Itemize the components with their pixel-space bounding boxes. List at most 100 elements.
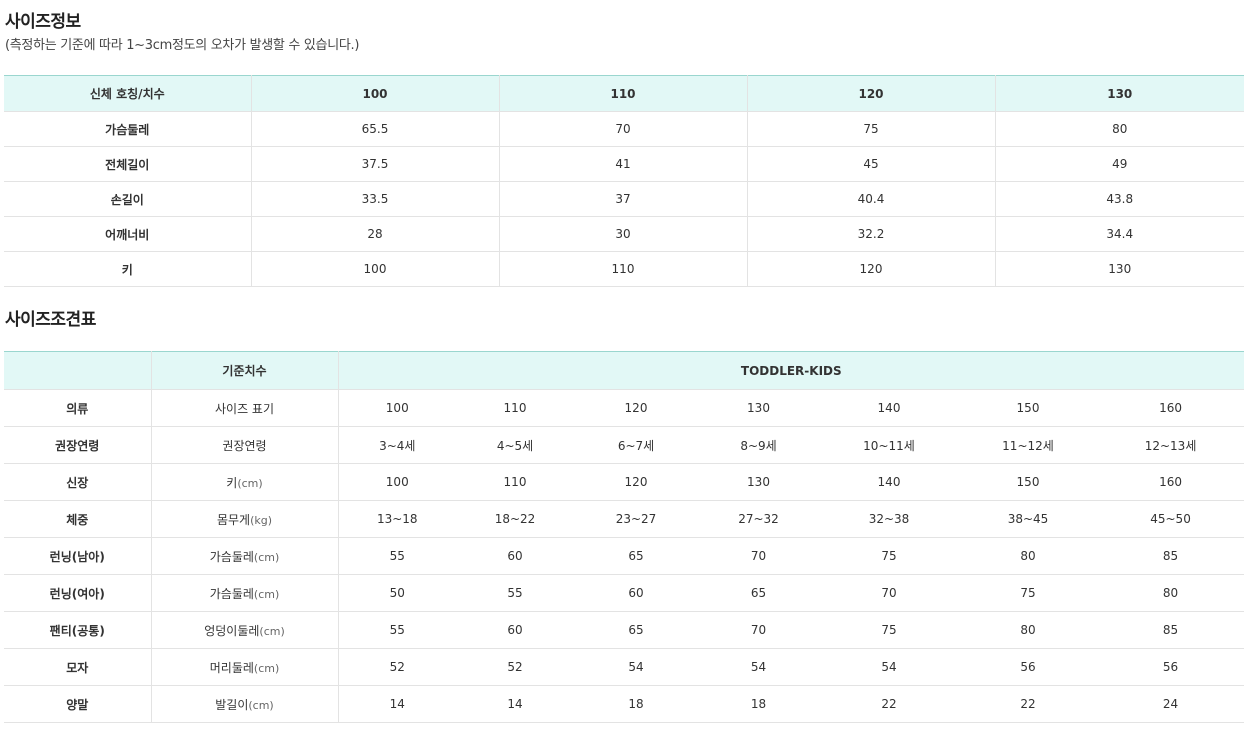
standard-label: 몸무게: [216, 512, 251, 527]
value-cell: 120: [574, 389, 698, 427]
value-cell: 110: [498, 251, 747, 287]
value-cell: 60: [456, 537, 574, 575]
row-label: 모자: [4, 648, 152, 686]
value-cell: 45: [746, 146, 995, 182]
value-cell: 12~13세: [1097, 426, 1245, 464]
value-cell: 70: [698, 611, 819, 649]
value-cell: 100: [338, 389, 456, 427]
value-cell: 75: [959, 574, 1097, 612]
table-row: 권장연령 권장연령 3~4세 4~5세 6~7세 8~9세 10~11세 11~12세 12~1…: [4, 426, 1245, 464]
value-cell: 33.5: [250, 181, 499, 217]
value-cell: 60: [574, 574, 698, 612]
row-label: 양말: [4, 685, 152, 723]
value-cell: 130: [698, 463, 819, 501]
size-info-title: 사이즈정보: [5, 12, 81, 32]
value-cell: 70: [498, 111, 747, 147]
value-cell: 54: [698, 648, 819, 686]
value-cell: 140: [819, 389, 959, 427]
table-row: 가슴둘레 65.5 70 75 80: [4, 111, 1244, 147]
value-cell: 32.2: [746, 216, 995, 252]
row-label: 손길이: [4, 181, 251, 217]
value-cell: 24: [1097, 685, 1245, 723]
unit-label: (cm): [253, 661, 280, 675]
value-cell: 130: [698, 389, 819, 427]
value-cell: 70: [698, 537, 819, 575]
header-blank-cell: [4, 351, 152, 390]
value-cell: 49: [994, 146, 1244, 182]
table-row: 런닝(여아) 가슴둘레(cm) 50 55 60 65 70 75 80: [4, 574, 1245, 612]
unit-label: (cm): [248, 698, 274, 712]
standard-label: 발길이: [215, 697, 249, 712]
value-cell: 3~4세: [338, 426, 456, 464]
row-label: 키: [4, 251, 251, 287]
value-cell: 130: [994, 251, 1244, 287]
table-row: 신장 키(cm) 100 110 120 130 140 150 160: [4, 463, 1245, 501]
value-cell: 75: [746, 111, 995, 147]
value-cell: 34.4: [994, 216, 1244, 252]
value-cell: 14: [338, 685, 456, 723]
value-cell: 28: [250, 216, 499, 252]
header-cell: 110: [498, 75, 747, 112]
table-row: 전체길이 37.5 41 45 49: [4, 146, 1244, 182]
value-cell: 150: [959, 463, 1097, 501]
table-row: 손길이 33.5 37 40.4 43.8: [4, 181, 1244, 217]
size-info-table: 신체 호칭/치수 100 110 120 130 가슴둘레 65.5 70 75 80 전…: [4, 75, 1244, 287]
table-row: 어깨너비 28 30 32.2 34.4: [4, 216, 1244, 252]
value-cell: 10~11세: [819, 426, 959, 464]
measurement-note: (측정하는 기준에 따라 1~3cm정도의 오차가 발생할 수 있습니다.): [5, 38, 360, 53]
value-cell: 37.5: [250, 146, 499, 182]
size-guide-page: 사이즈정보 (측정하는 기준에 따라 1~3cm정도의 오차가 발생할 수 있습…: [0, 0, 1254, 729]
value-cell: 22: [959, 685, 1097, 723]
unit-label: (cm): [253, 550, 280, 564]
standard-label: 권장연령: [222, 438, 267, 453]
row-label: 체중: [4, 500, 152, 538]
standard-cell: 머리둘레(cm): [151, 648, 339, 686]
value-cell: 54: [819, 648, 959, 686]
value-cell: 52: [338, 648, 456, 686]
header-cell: 100: [250, 75, 499, 112]
unit-label: (cm): [259, 624, 285, 638]
table-row: 양말 발길이(cm) 14 14 18 18 22 22 24: [4, 685, 1245, 723]
value-cell: 30: [498, 216, 747, 252]
value-cell: 150: [959, 389, 1097, 427]
row-label: 어깨너비: [4, 216, 251, 252]
standard-label: 머리둘레: [209, 660, 254, 675]
table-row: 팬티(공통) 엉덩이둘레(cm) 55 60 65 70 75 80 85: [4, 611, 1245, 649]
value-cell: 80: [994, 111, 1244, 147]
value-cell: 56: [1097, 648, 1245, 686]
table-row: 키 100 110 120 130: [4, 251, 1244, 287]
header-cell: 신체 호칭/치수: [4, 75, 251, 112]
value-cell: 22: [819, 685, 959, 723]
value-cell: 56: [959, 648, 1097, 686]
unit-label: (cm): [237, 476, 263, 490]
value-cell: 75: [819, 537, 959, 575]
value-cell: 85: [1097, 611, 1245, 649]
value-cell: 85: [1097, 537, 1245, 575]
row-label: 의류: [4, 389, 152, 427]
row-label: 런닝(남아): [4, 537, 152, 575]
standard-label: 키: [226, 475, 238, 490]
value-cell: 100: [250, 251, 499, 287]
row-label: 전체길이: [4, 146, 251, 182]
standard-cell: 사이즈 표기: [151, 389, 339, 427]
value-cell: 41: [498, 146, 747, 182]
value-cell: 18: [698, 685, 819, 723]
value-cell: 80: [1097, 574, 1245, 612]
header-cell: 130: [994, 75, 1244, 112]
value-cell: 65: [574, 537, 698, 575]
value-cell: 40.4: [746, 181, 995, 217]
standard-cell: 가슴둘레(cm): [151, 537, 339, 575]
standard-label: 가슴둘레: [209, 549, 254, 564]
unit-label: (kg): [250, 513, 273, 527]
table-row: 모자 머리둘레(cm) 52 52 54 54 54 56 56: [4, 648, 1245, 686]
value-cell: 14: [456, 685, 574, 723]
value-cell: 8~9세: [698, 426, 819, 464]
header-group-cell: TODDLER-KIDS: [338, 351, 1245, 390]
value-cell: 65: [698, 574, 819, 612]
standard-label: 엉덩이둘레: [204, 623, 260, 638]
value-cell: 18: [574, 685, 698, 723]
value-cell: 140: [819, 463, 959, 501]
value-cell: 80: [959, 537, 1097, 575]
standard-cell: 키(cm): [151, 463, 339, 501]
row-label: 팬티(공통): [4, 611, 152, 649]
